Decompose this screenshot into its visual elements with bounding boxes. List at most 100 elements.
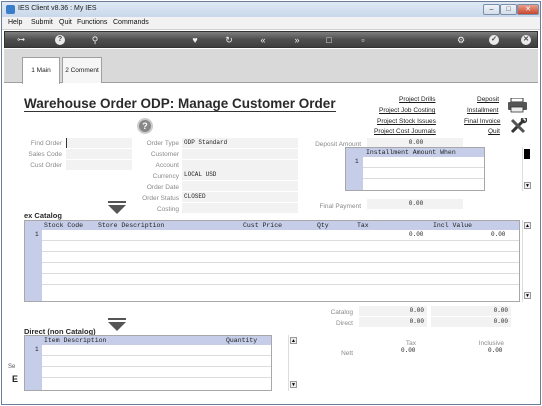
customer-field[interactable] bbox=[182, 149, 298, 159]
cust-order-label: Cust Order bbox=[30, 162, 62, 169]
account-label: Account bbox=[155, 162, 180, 169]
left-edge-text: Se bbox=[8, 364, 16, 370]
scroll-down-arrow-icon[interactable]: ▼ bbox=[290, 381, 297, 388]
catalog-row-tax: 0.00 bbox=[409, 231, 424, 238]
order-type-field[interactable]: ODP Standard bbox=[182, 138, 298, 148]
link-project-job-costing[interactable]: Project Job Costing bbox=[379, 107, 435, 114]
row-divider bbox=[42, 284, 519, 285]
installment-gutter bbox=[346, 148, 363, 190]
cancel-icon[interactable]: ✕ bbox=[521, 35, 531, 45]
minimize-button[interactable]: – bbox=[483, 4, 500, 15]
app-icon bbox=[6, 5, 15, 14]
order-type-label: Order Type bbox=[146, 140, 179, 147]
costing-field[interactable] bbox=[182, 203, 298, 213]
col-cust-price[interactable]: Cust Price bbox=[243, 222, 282, 229]
delete-icon[interactable]: ▫ bbox=[357, 34, 369, 46]
scroll-up-arrow-icon[interactable]: ▲ bbox=[524, 222, 531, 229]
toolbar: ⊶ ? ⚲ ♥ ↻ « » □ ▫ ⚙ ✓ ✕ bbox=[4, 31, 538, 48]
new-record-icon[interactable]: □ bbox=[323, 34, 335, 46]
find-order-input[interactable] bbox=[66, 138, 132, 148]
col-item-description[interactable]: Item Description bbox=[44, 337, 106, 344]
col-incl-value[interactable]: Incl Value bbox=[433, 222, 472, 229]
direct-tax-total: 0.00 bbox=[359, 317, 427, 327]
col-store-description[interactable]: Store Description bbox=[98, 222, 164, 229]
tax-column-label: Tax bbox=[405, 340, 416, 347]
scroll-down-arrow-icon[interactable]: ▼ bbox=[524, 292, 531, 299]
expand-direct-icon[interactable] bbox=[107, 318, 127, 334]
accept-icon[interactable]: ✓ bbox=[489, 35, 499, 45]
help-circle-icon[interactable]: ? bbox=[137, 118, 153, 134]
direct-gutter bbox=[25, 336, 42, 390]
final-payment-field[interactable]: 0.00 bbox=[367, 199, 463, 209]
last-record-icon[interactable]: » bbox=[291, 34, 303, 46]
catalog-section-label: ex Catalog bbox=[24, 211, 62, 220]
tab-strip: 1 Main 2 Comment bbox=[4, 49, 538, 84]
menu-functions[interactable]: Functions bbox=[77, 19, 107, 26]
close-window-button[interactable]: ✕ bbox=[517, 4, 539, 15]
catalog-scrollbar[interactable]: ▲ ▼ bbox=[522, 220, 531, 302]
row-divider bbox=[42, 366, 271, 367]
row-divider bbox=[363, 167, 484, 168]
menu-submit[interactable]: Submit bbox=[31, 19, 53, 26]
col-qty[interactable]: Qty bbox=[317, 222, 329, 229]
link-deposit[interactable]: Deposit bbox=[477, 96, 499, 103]
currency-field[interactable]: LOCAL USD bbox=[182, 170, 298, 180]
col-quantity[interactable]: Quantity bbox=[226, 337, 257, 344]
tab-main[interactable]: 1 Main bbox=[22, 57, 60, 84]
direct-row-number: 1 bbox=[35, 346, 39, 353]
installment-scrollbar[interactable]: ▼ bbox=[522, 147, 531, 191]
refresh-icon[interactable]: ↻ bbox=[223, 34, 235, 46]
scroll-thumb[interactable] bbox=[524, 149, 530, 159]
expand-catalog-icon[interactable] bbox=[107, 201, 127, 217]
catalog-header: Stock Code Store Description Cust Price … bbox=[42, 221, 519, 230]
scroll-up-arrow-icon[interactable]: ▲ bbox=[290, 337, 297, 344]
catalog-total-label: Catalog bbox=[330, 309, 353, 316]
menu-help[interactable]: Help bbox=[8, 19, 22, 26]
menu-quit[interactable]: Quit bbox=[59, 19, 72, 26]
catalog-grid: Stock Code Store Description Cust Price … bbox=[24, 220, 520, 302]
costing-label: Costing bbox=[156, 206, 179, 213]
direct-incl-total: 0.00 bbox=[431, 317, 511, 327]
maximize-button[interactable]: □ bbox=[500, 4, 517, 15]
link-quit[interactable]: Quit bbox=[488, 128, 500, 135]
link-final-invoice[interactable]: Final Invoice bbox=[464, 118, 501, 125]
catalog-tax-total: 0.00 bbox=[359, 306, 427, 316]
final-payment-label: Final Payment bbox=[319, 203, 361, 210]
direct-grid: Item Description Quantity 1 bbox=[24, 335, 272, 391]
link-installment[interactable]: Installment bbox=[467, 107, 498, 114]
link-project-cost-journals[interactable]: Project Cost Journals bbox=[374, 128, 436, 135]
help-icon[interactable]: ? bbox=[55, 35, 65, 45]
installment-header: Installment Amount When bbox=[363, 148, 484, 157]
key-icon[interactable]: ⊶ bbox=[11, 34, 31, 46]
link-project-stock-issues[interactable]: Project Stock Issues bbox=[377, 118, 436, 125]
find-order-label: Find Order bbox=[30, 140, 62, 147]
order-status-field[interactable]: CLOSED bbox=[182, 192, 298, 202]
col-tax[interactable]: Tax bbox=[357, 222, 369, 229]
heart-icon[interactable]: ♥ bbox=[189, 34, 201, 46]
order-status-label: Order Status bbox=[142, 195, 179, 202]
cust-order-input[interactable] bbox=[66, 160, 132, 170]
order-date-label: Order Date bbox=[146, 184, 179, 191]
account-field[interactable] bbox=[182, 160, 298, 170]
nett-label: Nett bbox=[341, 350, 353, 357]
title-bar: IES Client v8.36 : My IES – □ ✕ bbox=[2, 2, 540, 17]
first-record-icon[interactable]: « bbox=[257, 34, 269, 46]
tab-comment[interactable]: 2 Comment bbox=[62, 57, 102, 83]
row-divider bbox=[363, 178, 484, 179]
tab-comment-label: 2 Comment bbox=[65, 67, 99, 74]
order-date-field[interactable] bbox=[182, 181, 298, 191]
search-icon[interactable]: ⚲ bbox=[89, 34, 101, 46]
sales-code-label: Sales Code bbox=[28, 151, 62, 158]
direct-scrollbar[interactable]: ▲ ▼ bbox=[288, 335, 297, 391]
link-project-drills[interactable]: Project Drills bbox=[399, 96, 435, 103]
customer-label: Customer bbox=[150, 151, 179, 158]
nett-tax: 0.00 bbox=[401, 347, 416, 354]
left-edge-letter: E bbox=[12, 374, 19, 384]
sales-code-input[interactable] bbox=[66, 149, 132, 159]
scroll-down-arrow-icon[interactable]: ▼ bbox=[524, 182, 531, 189]
menu-commands[interactable]: Commands bbox=[113, 19, 149, 26]
col-stock-code[interactable]: Stock Code bbox=[44, 222, 83, 229]
tools-icon[interactable] bbox=[509, 116, 528, 135]
settings-icon[interactable]: ⚙ bbox=[455, 34, 467, 46]
printer-icon[interactable] bbox=[508, 97, 528, 113]
